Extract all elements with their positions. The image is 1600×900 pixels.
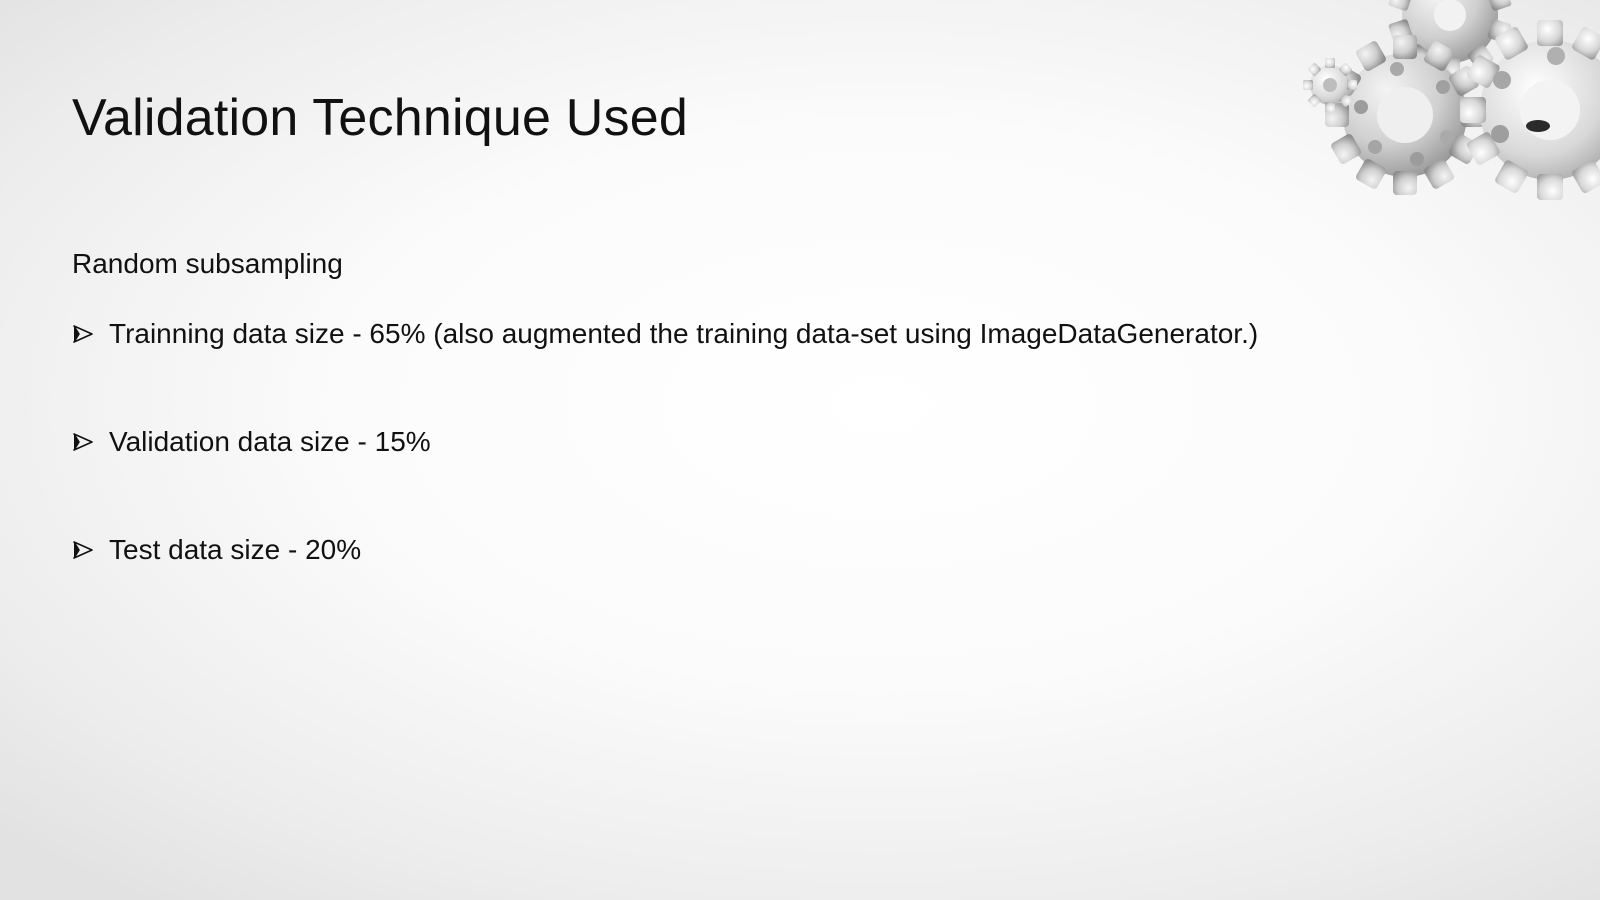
- bullet-text: Trainning data size - 65% (also augmente…: [109, 318, 1259, 349]
- slide: Validation Technique Used Random subsamp…: [0, 0, 1600, 900]
- bullet-list: Trainning data size - 65% (also augmente…: [72, 318, 1258, 642]
- list-item: Test data size - 20%: [72, 534, 1258, 566]
- gears-icon: [1303, 0, 1600, 200]
- arrowhead-bullet-icon: [73, 325, 93, 343]
- bullet-text: Test data size - 20%: [109, 534, 362, 565]
- arrowhead-bullet-icon: [73, 433, 93, 451]
- slide-title: Validation Technique Used: [72, 89, 688, 147]
- slide-subtitle: Random subsampling: [72, 248, 343, 279]
- bullet-text: Validation data size - 15%: [109, 426, 431, 457]
- arrowhead-bullet-icon: [73, 541, 93, 559]
- list-item: Validation data size - 15%: [72, 426, 1258, 458]
- list-item: Trainning data size - 65% (also augmente…: [72, 318, 1258, 350]
